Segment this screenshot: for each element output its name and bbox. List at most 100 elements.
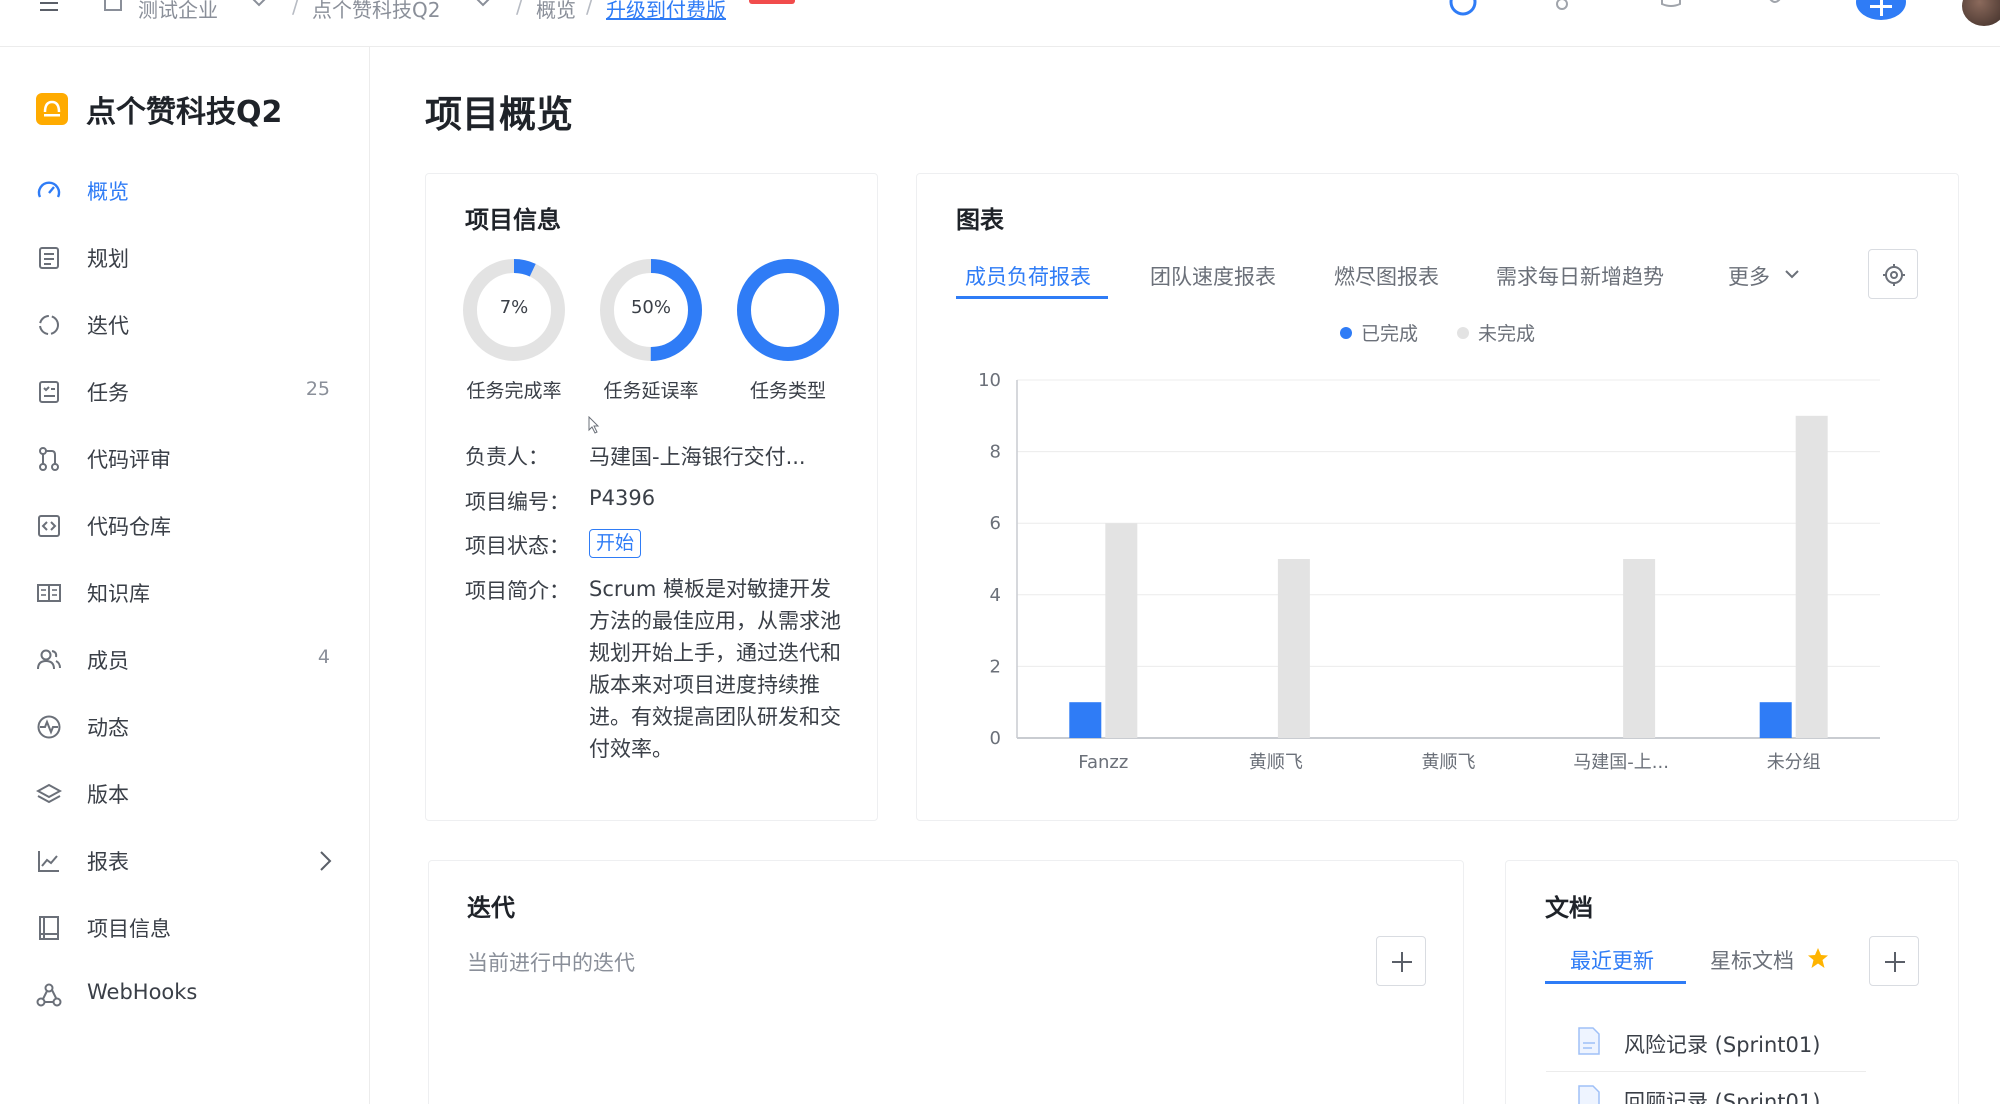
add-iteration-button[interactable]	[1376, 936, 1426, 986]
completion-rate-value: 7%	[499, 297, 529, 318]
task-count: 25	[305, 378, 330, 400]
project-description: Scrum 模板是对敏捷开发方法的最佳应用，从需求池规划开始上手，通过迭代和版本…	[589, 577, 841, 761]
project-status-key: 项目状态：	[465, 534, 570, 558]
y-tick-label: 6	[990, 513, 1001, 534]
y-tick-label: 2	[990, 656, 1001, 677]
mouse-cursor-icon	[588, 416, 600, 434]
x-tick-label: 黄顺飞	[1422, 752, 1476, 773]
docs-title: 文档	[1545, 894, 1593, 922]
tab-recent-docs[interactable]: 最近更新	[1570, 945, 1654, 975]
sidebar: 点个赞科技Q2 概览 规划 迭代 任务 25 代码评审 代码仓库 知识库 成员 …	[0, 47, 370, 1104]
bar-completed	[1759, 702, 1792, 738]
sidebar-item-versions[interactable]: 版本	[0, 765, 370, 821]
breadcrumb-separator: /	[586, 0, 593, 18]
document-icon	[1578, 1027, 1600, 1055]
bar-incomplete	[1795, 415, 1828, 738]
sidebar-item-label: 规划	[87, 247, 129, 271]
sidebar-item-code-review[interactable]: 代码评审	[0, 430, 370, 486]
owner-value: 马建国-上海银行交付...	[589, 445, 806, 469]
sidebar-item-members[interactable]: 成员 4	[0, 631, 370, 687]
breadcrumb-project[interactable]: 点个赞科技Q2	[312, 0, 440, 23]
sidebar-item-label: 项目信息	[87, 917, 171, 941]
active-tab-indicator	[1545, 981, 1686, 984]
legend-completed-swatch	[1340, 327, 1352, 339]
project-logo-icon	[43, 100, 61, 117]
tab-burndown[interactable]: 燃尽图报表	[1334, 261, 1439, 291]
sidebar-item-tasks[interactable]: 任务 25	[0, 363, 370, 419]
layers-icon	[36, 783, 62, 804]
tab-team-velocity[interactable]: 团队速度报表	[1150, 261, 1276, 291]
delay-rate-value: 50%	[630, 297, 671, 318]
code-icon	[38, 515, 60, 537]
chevron-right-icon	[320, 851, 332, 871]
sidebar-item-label: 版本	[87, 783, 129, 807]
task-type-ring[interactable]	[736, 258, 840, 362]
chevron-down-icon[interactable]	[250, 0, 268, 8]
plus-icon	[1392, 952, 1412, 972]
sidebar-item-activity[interactable]: 动态	[0, 698, 370, 754]
project-info-title: 项目信息	[465, 206, 561, 234]
project-desc-key: 项目简介：	[465, 579, 570, 603]
tab-starred-docs[interactable]: 星标文档	[1710, 945, 1794, 975]
x-tick-label: Fanzz	[1078, 752, 1128, 773]
chart-icon	[38, 851, 59, 872]
chevron-down-icon[interactable]	[1784, 268, 1800, 280]
sidebar-item-overview[interactable]: 概览	[0, 162, 370, 218]
chevron-down-icon[interactable]	[474, 0, 492, 8]
tab-more[interactable]: 更多	[1728, 261, 1770, 291]
upgrade-link[interactable]: 升级到付费版	[606, 0, 726, 23]
bar-incomplete	[1277, 559, 1310, 738]
hamburger-menu-icon[interactable]	[40, 2, 58, 12]
tab-member-load[interactable]: 成员负荷报表	[965, 261, 1091, 291]
top-bar: 测试企业 / 点个赞科技Q2 / 概览 / 升级到付费版	[0, 0, 2000, 47]
charts-title: 图表	[956, 206, 1004, 234]
sidebar-item-knowledge[interactable]: 知识库	[0, 564, 370, 620]
doc-item[interactable]: 回顾记录 (Sprint01)	[1624, 1086, 1820, 1104]
x-tick-label: 黄顺飞	[1249, 752, 1303, 773]
user-avatar[interactable]	[1962, 0, 2000, 26]
delay-rate-label: 任务延误率	[603, 380, 699, 402]
task-type-label: 任务类型	[749, 380, 826, 402]
chart-settings-button[interactable]	[1868, 249, 1918, 299]
page-title: 项目概览	[425, 93, 573, 136]
document-icon	[1578, 1085, 1600, 1104]
member-count: 4	[317, 646, 330, 668]
bar-incomplete	[1623, 559, 1656, 738]
sidebar-item-label: 概览	[87, 180, 129, 204]
bell-icon[interactable]	[1654, 0, 1688, 20]
member-load-bar-chart: 0 2 4 6 8 10 Fanzz 黄顺飞 黄顺飞 马建国-上... 未分组	[978, 370, 1880, 773]
breadcrumb-org[interactable]: 测试企业	[138, 0, 218, 23]
project-name[interactable]: 点个赞科技Q2	[86, 87, 282, 131]
breadcrumb-separator: /	[292, 0, 299, 18]
add-doc-button[interactable]	[1869, 936, 1919, 986]
promo-badge	[749, 0, 795, 4]
project-code-value: P4396	[589, 486, 656, 510]
support-icon[interactable]	[1446, 0, 1480, 20]
sidebar-item-planning[interactable]: 规划	[0, 229, 370, 285]
sidebar-item-reports[interactable]: 报表	[0, 832, 370, 888]
active-tab-indicator	[956, 296, 1108, 299]
x-tick-label: 马建国-上...	[1573, 752, 1669, 773]
create-button[interactable]	[1856, 0, 1906, 20]
doc-divider	[1546, 1071, 1866, 1072]
iterations-card	[428, 860, 1464, 1104]
lightbulb-icon[interactable]	[1758, 0, 1792, 20]
iterations-title: 迭代	[467, 894, 515, 922]
y-tick-label: 8	[990, 442, 1001, 463]
breadcrumb-page: 概览	[536, 0, 576, 22]
task-icon	[39, 381, 59, 403]
legend-incomplete-label[interactable]: 未完成	[1478, 319, 1535, 346]
tab-daily-requirements[interactable]: 需求每日新增趋势	[1496, 261, 1664, 291]
sidebar-item-project-info[interactable]: 项目信息	[0, 899, 370, 955]
sidebar-item-label: 成员	[87, 649, 129, 673]
status-badge: 开始	[589, 529, 642, 558]
legend-completed-label[interactable]: 已完成	[1361, 319, 1418, 346]
cycle-icon	[39, 315, 59, 335]
sidebar-item-webhooks[interactable]: WebHooks	[0, 966, 370, 1022]
legend-incomplete-swatch	[1457, 327, 1469, 339]
star-icon	[1808, 948, 1828, 968]
sidebar-item-iterations[interactable]: 迭代	[0, 296, 370, 352]
share-icon[interactable]	[1550, 0, 1584, 20]
sidebar-item-code-repo[interactable]: 代码仓库	[0, 497, 370, 553]
doc-item[interactable]: 风险记录 (Sprint01)	[1624, 1029, 1820, 1059]
